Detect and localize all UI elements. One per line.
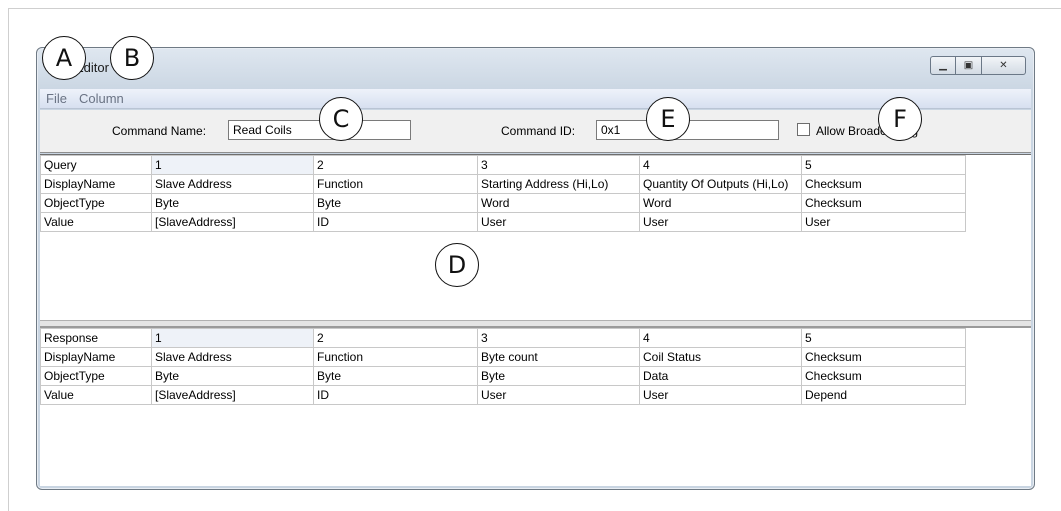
table-row: Value [SlaveAddress] ID User User Depend	[40, 385, 966, 405]
maximize-icon: ▣	[963, 60, 974, 71]
table-cell[interactable]: 3	[477, 155, 640, 175]
table-cell[interactable]: [SlaveAddress]	[151, 212, 314, 232]
table-row: ObjectType Byte Byte Byte Data Checksum	[40, 366, 966, 386]
table-cell[interactable]: Quantity Of Outputs (Hi,Lo)	[639, 174, 802, 194]
table-cell[interactable]: 5	[801, 155, 966, 175]
response-grid: Response 1 2 3 4 5 DisplayName Slave Add…	[40, 326, 1031, 486]
callout-e: E	[646, 97, 690, 141]
table-cell[interactable]: User	[639, 212, 802, 232]
table-cell[interactable]: 2	[313, 328, 478, 348]
table-row: DisplayName Slave Address Function Byte …	[40, 347, 966, 367]
table-cell[interactable]: 3	[477, 328, 640, 348]
table-cell[interactable]: 1	[151, 328, 314, 348]
allow-broadcast-checkbox[interactable]	[797, 123, 810, 136]
table-row: Query 1 2 3 4 5	[40, 155, 966, 175]
frame-border-left	[8, 8, 9, 511]
table-cell[interactable]: Response	[40, 328, 152, 348]
callout-a: A	[42, 36, 86, 80]
table-cell[interactable]: 4	[639, 328, 802, 348]
table-cell[interactable]: User	[639, 385, 802, 405]
table-row: DisplayName Slave Address Function Start…	[40, 174, 966, 194]
table-cell[interactable]: DisplayName	[40, 174, 152, 194]
callout-c: C	[319, 97, 363, 141]
table-cell[interactable]: User	[477, 212, 640, 232]
table-cell[interactable]: Starting Address (Hi,Lo)	[477, 174, 640, 194]
table-cell[interactable]: Depend	[801, 385, 966, 405]
table-cell[interactable]: Byte	[313, 193, 478, 213]
table-cell[interactable]: Function	[313, 347, 478, 367]
table-cell[interactable]: Function	[313, 174, 478, 194]
table-cell[interactable]: Byte	[477, 366, 640, 386]
table-cell[interactable]: Byte	[313, 366, 478, 386]
table-cell[interactable]: 1	[151, 155, 314, 175]
callout-b: B	[110, 36, 154, 80]
table-cell[interactable]: ObjectType	[40, 366, 152, 386]
table-cell[interactable]: User	[801, 212, 966, 232]
table-cell[interactable]: Value	[40, 385, 152, 405]
command-name-label: Command Name:	[112, 124, 207, 138]
table-cell[interactable]: Slave Address	[151, 174, 314, 194]
menu-file[interactable]: File	[46, 91, 67, 106]
menu-column[interactable]: Column	[79, 91, 124, 106]
table-cell[interactable]: Word	[477, 193, 640, 213]
table-cell[interactable]: ID	[313, 385, 478, 405]
table-cell[interactable]: 4	[639, 155, 802, 175]
table-cell[interactable]: Checksum	[801, 366, 966, 386]
table-row: ObjectType Byte Byte Word Word Checksum	[40, 193, 966, 213]
table-cell[interactable]: Checksum	[801, 347, 966, 367]
table-cell[interactable]: Checksum	[801, 174, 966, 194]
window-controls: ▁ ▣ ✕	[930, 56, 1026, 75]
callout-d: D	[435, 243, 479, 287]
table-cell[interactable]: Value	[40, 212, 152, 232]
table-cell[interactable]: ObjectType	[40, 193, 152, 213]
callout-f: F	[878, 97, 922, 141]
table-cell[interactable]: Checksum	[801, 193, 966, 213]
close-button[interactable]: ✕	[982, 56, 1026, 75]
table-cell[interactable]: Data	[639, 366, 802, 386]
close-icon: ✕	[999, 60, 1008, 71]
command-id-label: Command ID:	[501, 124, 576, 138]
table-cell[interactable]: Coil Status	[639, 347, 802, 367]
query-grid: Query 1 2 3 4 5 DisplayName Slave Addres…	[40, 154, 1031, 320]
table-cell[interactable]: Byte count	[477, 347, 640, 367]
table-row: Value [SlaveAddress] ID User User User	[40, 212, 966, 232]
table-cell[interactable]: Query	[40, 155, 152, 175]
frame-border-top	[8, 8, 1061, 9]
table-cell[interactable]: Word	[639, 193, 802, 213]
table-cell[interactable]: User	[477, 385, 640, 405]
maximize-button[interactable]: ▣	[956, 56, 982, 75]
minimize-icon: ▁	[939, 60, 947, 71]
table-cell[interactable]: ID	[313, 212, 478, 232]
table-cell[interactable]: 5	[801, 328, 966, 348]
table-cell[interactable]: Byte	[151, 193, 314, 213]
response-table: Response 1 2 3 4 5 DisplayName Slave Add…	[40, 328, 966, 405]
query-table: Query 1 2 3 4 5 DisplayName Slave Addres…	[40, 155, 966, 232]
table-cell[interactable]: Slave Address	[151, 347, 314, 367]
table-cell[interactable]: DisplayName	[40, 347, 152, 367]
table-cell[interactable]: [SlaveAddress]	[151, 385, 314, 405]
table-cell[interactable]: Byte	[151, 366, 314, 386]
table-cell[interactable]: 2	[313, 155, 478, 175]
table-row: Response 1 2 3 4 5	[40, 328, 966, 348]
minimize-button[interactable]: ▁	[930, 56, 956, 75]
